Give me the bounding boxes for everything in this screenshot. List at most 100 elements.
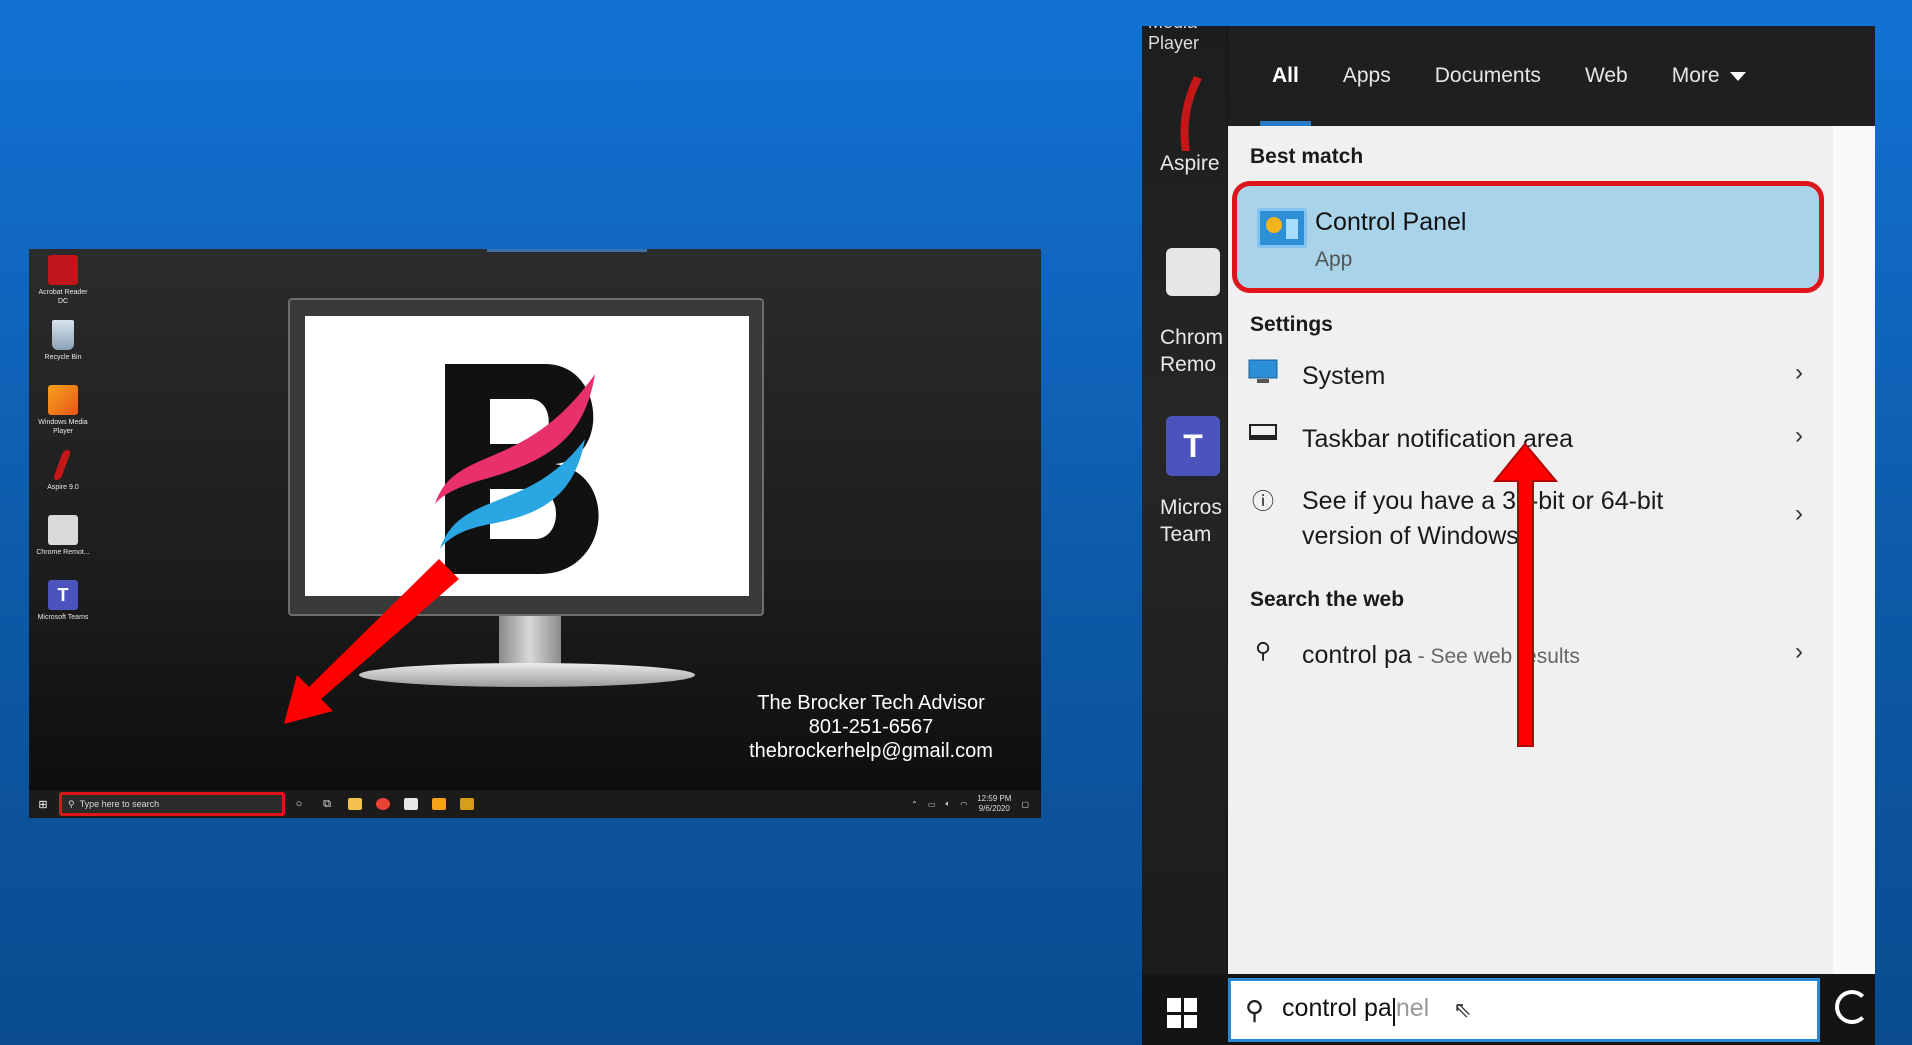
- media-player-icon[interactable]: [425, 790, 453, 818]
- desktop-icon-label: Recycle Bin: [44, 354, 82, 361]
- tab-more[interactable]: More: [1650, 26, 1768, 126]
- chevron-right-icon: ›: [1795, 359, 1803, 386]
- search-icon: ⚲: [1254, 638, 1272, 663]
- chrome-icon[interactable]: [369, 790, 397, 818]
- brand-contact-block: The Brocker Tech Advisor 801-251-6567 th…: [721, 691, 1021, 763]
- cortana-icon[interactable]: ○: [285, 790, 313, 818]
- text-cursor: [1392, 997, 1395, 1026]
- recycle-bin-icon: [52, 320, 74, 350]
- desktop-label-chrome-2: Remo: [1160, 353, 1217, 376]
- brocker-logo-icon: [435, 364, 599, 574]
- best-match-control-panel[interactable]: Control Panel App: [1232, 181, 1824, 293]
- file-explorer-icon[interactable]: [341, 790, 369, 818]
- chevron-right-icon: ›: [1795, 638, 1803, 665]
- volume-icon[interactable]: 🔈︎: [945, 799, 950, 809]
- tab-more-label: More: [1671, 64, 1720, 87]
- settings-item-taskbar[interactable]: Taskbar notification area ›: [1228, 422, 1833, 457]
- media-player-icon: [48, 385, 78, 415]
- desktop-icon-teams[interactable]: T Microsoft Teams: [35, 578, 91, 643]
- best-match-subtitle: App: [1315, 248, 1353, 271]
- search-icon: ⚲: [68, 798, 75, 809]
- tab-web[interactable]: Web: [1563, 26, 1650, 126]
- desktop-icon-recycle-bin[interactable]: Recycle Bin: [35, 318, 91, 383]
- desktop-label-teams-1: Micros: [1160, 496, 1222, 519]
- desktop-label-chrome-1: Chrom: [1160, 326, 1224, 349]
- tab-documents[interactable]: Documents: [1413, 26, 1563, 126]
- chevron-right-icon: ›: [1795, 422, 1803, 449]
- best-match-title: Control Panel: [1315, 208, 1467, 236]
- cortana-icon[interactable]: [1835, 990, 1869, 1024]
- info-icon: ⓘ: [1251, 489, 1274, 514]
- web-result-suffix: - See web results: [1411, 645, 1580, 668]
- taskbar-search-box[interactable]: ⚲ Type here to search: [59, 792, 285, 816]
- desktop-icon-chrome-remote[interactable]: Chrome Remot...: [35, 513, 91, 578]
- search-web-heading: Search the web: [1250, 588, 1405, 611]
- aspire-icon: [48, 450, 78, 480]
- settings-item-system[interactable]: System ›: [1228, 359, 1833, 394]
- taskbar-icon: [1246, 422, 1280, 448]
- tab-apps[interactable]: Apps: [1321, 26, 1413, 126]
- monitor-illustration: [288, 298, 764, 616]
- desktop-icon-label: Chrome Remot...: [36, 549, 90, 556]
- clock-date: 9/6/2020: [978, 804, 1010, 813]
- start-search-bar: ⚲ control pa nel ⇖: [1142, 974, 1875, 1045]
- web-result-query: control pa: [1302, 641, 1412, 669]
- chevron-up-icon[interactable]: ⌃: [911, 800, 918, 809]
- monitor-stand-neck: [499, 616, 561, 666]
- desktop-icon-media-player[interactable]: Windows Media Player: [35, 383, 91, 448]
- desktop-icon-aspire[interactable]: Aspire 9.0: [35, 448, 91, 513]
- taskbar-clock[interactable]: 12:59 PM 9/6/2020: [977, 794, 1011, 814]
- desktop-icon-acrobat[interactable]: Acrobat Reader DC: [35, 253, 91, 318]
- brand-phone: 801-251-6567: [808, 716, 934, 738]
- acrobat-icon: [48, 255, 78, 285]
- clock-time: 12:59 PM: [977, 794, 1012, 803]
- chrome-remote-icon[interactable]: [1166, 248, 1220, 296]
- search-icon: ⚲: [1245, 994, 1265, 1025]
- teams-icon: T: [48, 580, 78, 610]
- brand-name: The Brocker Tech Advisor: [757, 692, 985, 714]
- start-search-screenshot: Media Player Aspire Chrom Remo T Micros …: [1142, 26, 1875, 1045]
- settings-item-bit-version[interactable]: ⓘ See if you have a 32-bit or 64-bit ver…: [1228, 484, 1833, 554]
- search-filter-tabs: All Apps Documents Web More: [1228, 26, 1875, 126]
- desktop-icon-label: Microsoft Teams: [37, 614, 89, 621]
- store-icon[interactable]: [397, 790, 425, 818]
- desktop-label-aspire: Aspire: [1160, 152, 1220, 175]
- control-panel-icon: [1257, 208, 1307, 248]
- tab-all[interactable]: All: [1250, 26, 1321, 126]
- settings-item-label: Taskbar notification area: [1302, 425, 1573, 453]
- monitor-stand-base: [359, 663, 695, 687]
- desktop-icon-label: Aspire 9.0: [47, 484, 79, 491]
- desktop-taskbar: ⊞ ⚲ Type here to search ○ ⧉ ⌃ ▭ 🔈︎ ◠ 12:…: [29, 790, 1041, 818]
- desktop-label-media-player: Media Player: [1148, 26, 1200, 53]
- settings-item-label: System: [1302, 362, 1386, 390]
- desktop-top-strip: [487, 249, 647, 252]
- chevron-right-icon: ›: [1795, 500, 1803, 527]
- monitor-screen: [305, 316, 749, 596]
- notification-icon[interactable]: ▢: [1021, 800, 1029, 809]
- desktop-label-teams-2: Team: [1160, 523, 1212, 546]
- best-match-heading: Best match: [1250, 145, 1364, 168]
- teams-icon[interactable]: T: [1166, 416, 1220, 476]
- system-tray: ⌃ ▭ 🔈︎ ◠ 12:59 PM 9/6/2020 ▢: [911, 794, 1041, 814]
- brand-email: thebrockerhelp@gmail.com: [749, 740, 993, 762]
- settings-item-label: See if you have a 32-bit or 64-bit versi…: [1302, 487, 1664, 550]
- task-view-icon[interactable]: ⧉: [313, 790, 341, 818]
- windows-start-icon[interactable]: ⊞: [29, 790, 57, 818]
- results-list: Best match Control Panel App Settings Sy…: [1228, 126, 1833, 974]
- desktop-icon-label: Windows Media Player: [38, 419, 88, 435]
- windows-start-icon[interactable]: [1167, 998, 1197, 1028]
- search-results-panel: All Apps Documents Web More Best match C…: [1228, 26, 1875, 974]
- desktop-icon-label: Acrobat Reader DC: [38, 289, 88, 305]
- mouse-pointer-icon: ⇖: [1453, 997, 1472, 1022]
- wifi-icon[interactable]: ◠: [960, 800, 967, 809]
- caret-down-icon: [1729, 71, 1746, 81]
- aspire-icon[interactable]: [1164, 71, 1204, 151]
- search-ghost-text: nel: [1395, 994, 1430, 1023]
- battery-icon[interactable]: ▭: [928, 800, 936, 809]
- search-input[interactable]: ⚲ control pa nel ⇖: [1228, 978, 1820, 1042]
- preview-pane-edge: [1833, 126, 1875, 974]
- monitor-icon: [1246, 359, 1280, 391]
- app-icon[interactable]: [453, 790, 481, 818]
- chrome-remote-icon: [48, 515, 78, 545]
- web-result-row[interactable]: ⚲ control pa - See web results ›: [1228, 638, 1833, 674]
